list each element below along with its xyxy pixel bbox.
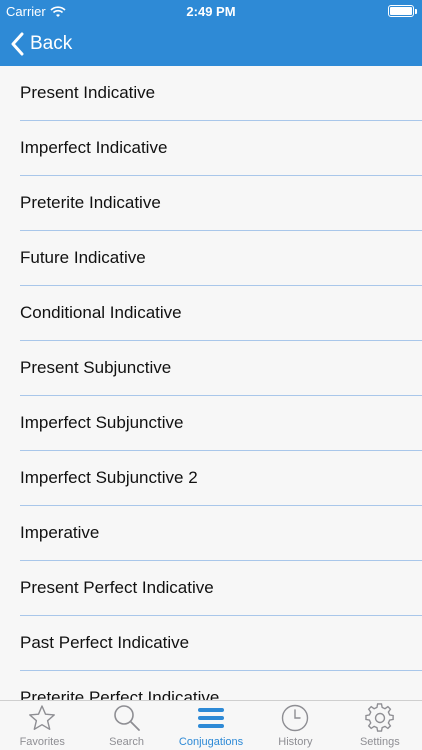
list-item[interactable]: Present Indicative <box>20 66 422 121</box>
back-button[interactable]: Back <box>10 30 72 58</box>
gear-icon <box>365 703 394 732</box>
tab-label: Conjugations <box>178 736 244 748</box>
tab-favorites[interactable]: Favorites <box>0 701 84 750</box>
list-item-label: Imperfect Indicative <box>20 138 168 157</box>
list-item[interactable]: Imperfect Subjunctive <box>20 396 422 451</box>
list-item[interactable]: Conditional Indicative <box>20 286 422 341</box>
star-icon <box>29 705 56 730</box>
list-item[interactable]: Imperfect Indicative <box>20 121 422 176</box>
tab-history[interactable]: History <box>253 701 337 750</box>
list-item-label: Present Perfect Indicative <box>20 578 214 597</box>
list-item-label: Imperfect Subjunctive 2 <box>20 468 198 487</box>
list-item-label: Preterite Indicative <box>20 193 161 212</box>
list-item-label: Present Subjunctive <box>20 358 172 377</box>
list-item-label: Imperfect Subjunctive <box>20 413 184 432</box>
list-item[interactable]: Past Perfect Indicative <box>20 616 422 671</box>
tab-conjugations[interactable]: Conjugations <box>169 701 253 750</box>
list-item[interactable]: Preterite Indicative <box>20 176 422 231</box>
status-bar: Carrier 2:49 PM <box>0 0 422 22</box>
tab-search[interactable]: Search <box>84 701 168 750</box>
list-item[interactable]: Future Indicative <box>20 231 422 286</box>
tab-label: Favorites <box>19 736 65 748</box>
tab-label: Settings <box>359 736 400 748</box>
list-item[interactable]: Present Subjunctive <box>20 341 422 396</box>
list-item-label: Preterite Perfect Indicative <box>20 688 220 700</box>
list-item[interactable]: Imperfect Subjunctive 2 <box>20 451 422 506</box>
status-time: 2:49 PM <box>186 4 236 19</box>
tab-settings[interactable]: Settings <box>338 701 422 750</box>
list-item[interactable]: Preterite Perfect Indicative <box>20 671 422 700</box>
list-item[interactable]: Present Perfect Indicative <box>20 561 422 616</box>
chevron-left-icon <box>11 32 24 56</box>
tab-bar: Favorites Search Conjugations History Se… <box>0 700 422 750</box>
conjugation-list[interactable]: Present Indicative Imperfect Indicative … <box>0 66 422 700</box>
list-item[interactable]: Imperative <box>20 506 422 561</box>
tab-label: History <box>278 736 313 748</box>
search-icon <box>113 705 140 731</box>
list-item-label: Conditional Indicative <box>20 303 182 322</box>
back-label: Back <box>30 33 73 54</box>
navigation-header: Carrier 2:49 PM Back <box>0 0 422 66</box>
clock-icon <box>282 704 309 732</box>
battery-icon <box>388 5 417 17</box>
list-item-label: Past Perfect Indicative <box>20 633 190 652</box>
menu-icon <box>198 708 225 728</box>
list-item-label: Imperative <box>20 523 100 542</box>
tab-label: Search <box>109 736 145 748</box>
list-item-label: Future Indicative <box>20 248 146 267</box>
list-item-label: Present Indicative <box>20 83 156 102</box>
